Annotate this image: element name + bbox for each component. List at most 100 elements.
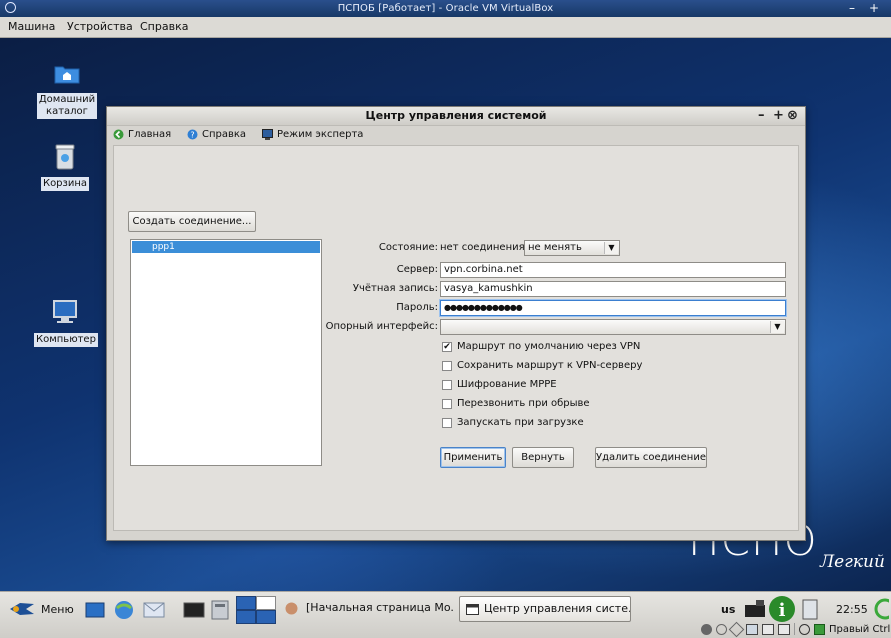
window-close-button[interactable]: ⊗ (787, 107, 798, 125)
server-label: Сервер: (396, 264, 438, 275)
menu-machine[interactable]: Машина (8, 20, 55, 33)
host-key-label: Правый Ctrl (829, 623, 891, 635)
checkbox-redial[interactable]: Перезвонить при обрыве (442, 398, 590, 409)
revert-button[interactable]: Вернуть (512, 447, 574, 468)
toolbar-home-label: Главная (128, 129, 172, 140)
show-desktop-icon[interactable] (85, 602, 105, 618)
control-center-toolbar: Главная ? Справка Режим эксперта (107, 126, 805, 144)
window-menu-icon[interactable] (5, 2, 16, 13)
info-icon[interactable]: i (768, 595, 796, 623)
checkbox-autostart[interactable]: Запускать при загрузке (442, 417, 584, 428)
taskbar-task-browser[interactable]: [Начальная страница Mo... (282, 596, 454, 622)
control-center-window: Центр управления системой – + ⊗ Главная … (106, 106, 806, 541)
window-task-icon (466, 604, 479, 615)
checkbox-autostart-box[interactable] (442, 417, 452, 428)
network-adapter-icon[interactable] (746, 623, 758, 635)
mouse-integration-icon[interactable] (799, 623, 810, 635)
start-menu-button[interactable]: Меню (8, 600, 74, 618)
host-window-title: ПСПОБ [Работает] - Oracle VM VirtualBox (337, 3, 554, 14)
checkbox-save-route-box[interactable] (442, 360, 452, 371)
interface-select[interactable]: ▼ (440, 319, 786, 335)
control-center-titlebar[interactable]: Центр управления системой – + ⊗ (107, 107, 805, 126)
start-menu-icon (10, 603, 34, 615)
checkbox-mppe-box[interactable] (442, 379, 452, 390)
state-label: Состояние: (378, 242, 438, 253)
home-arrow-icon (113, 129, 124, 140)
shared-folders-icon[interactable] (762, 623, 774, 635)
desktop-icon-computer[interactable]: Компьютер (34, 300, 98, 347)
menu-devices[interactable]: Устройства (67, 20, 133, 33)
chevron-down-icon: ▼ (604, 242, 618, 254)
host-key-icon[interactable] (814, 623, 825, 635)
window-minimize-button[interactable]: – (758, 107, 765, 125)
connection-list[interactable]: ppp1 (130, 239, 322, 466)
desktop-icon-home-label-2: каталог (46, 106, 88, 117)
start-menu-label: Меню (41, 602, 74, 616)
menu-help[interactable]: Справка (140, 20, 188, 33)
window-maximize-button[interactable]: + (773, 107, 784, 125)
desktop-icon-trash-label: Корзина (40, 177, 90, 191)
keyboard-layout-indicator[interactable]: us (721, 603, 735, 616)
chevron-down-icon: ▼ (770, 321, 784, 333)
cd-icon[interactable] (716, 623, 727, 635)
host-maximize-button[interactable]: + (869, 0, 879, 16)
checkbox-mppe[interactable]: Шифрование MPPE (442, 379, 557, 390)
content-panel: Создать соединение... ppp1 Состояние: не… (113, 145, 799, 531)
display-icon[interactable] (778, 623, 790, 635)
usb-icon[interactable] (728, 621, 745, 637)
toolbar-expert-mode[interactable]: Режим эксперта (262, 129, 363, 140)
toolbar-help[interactable]: ? Справка (187, 129, 246, 140)
delete-connection-button[interactable]: Удалить соединение (595, 447, 707, 468)
interface-label: Опорный интерфейс: (325, 321, 438, 332)
vbox-status-icons: Правый Ctrl (701, 621, 891, 637)
toolbar-expert-mode-label: Режим эксперта (277, 129, 364, 140)
browser-icon[interactable] (113, 600, 135, 620)
mail-icon[interactable] (143, 602, 165, 618)
trash-icon (55, 144, 75, 170)
control-center-title: Центр управления системой (365, 109, 547, 122)
home-folder-icon (54, 66, 80, 84)
state-action-select[interactable]: не менять ▼ (524, 240, 620, 256)
checkbox-default-route-box[interactable]: ✔ (442, 341, 452, 352)
desktop-icon-home[interactable]: Домашний каталог (36, 62, 98, 119)
host-minimize-button[interactable]: – (849, 0, 855, 16)
brand-edition-text: Легкий (820, 552, 885, 572)
desktop-icon-home-label-1: Домашний (38, 94, 96, 105)
taskbar-task-browser-label: [Начальная страница Mo... (306, 601, 454, 614)
checkbox-redial-label: Перезвонить при обрыве (457, 398, 590, 409)
network-icon[interactable] (744, 599, 766, 619)
checkbox-save-route-label: Сохранить маршрут к VPN-серверу (457, 360, 643, 371)
checkbox-redial-box[interactable] (442, 398, 452, 409)
checkbox-mppe-label: Шифрование MPPE (457, 379, 557, 390)
account-input[interactable]: vasya_kamushkin (440, 281, 786, 297)
clock[interactable]: 22:55 (836, 603, 868, 616)
workspace-switcher[interactable] (236, 596, 276, 624)
expert-mode-icon (262, 129, 273, 140)
browser-task-icon (285, 602, 298, 615)
password-label: Пароль: (396, 302, 438, 313)
taskbar: Меню [Начальная страница Mo... Центр упр… (0, 591, 891, 638)
battery-icon[interactable] (802, 598, 818, 620)
checkbox-autostart-label: Запускать при загрузке (457, 417, 584, 428)
server-input[interactable]: vpn.corbina.net (440, 262, 786, 278)
connection-item-ppp1[interactable]: ppp1 (132, 241, 320, 253)
apply-button[interactable]: Применить (440, 447, 506, 468)
desktop-icon-computer-label: Компьютер (34, 333, 98, 347)
checkbox-default-route[interactable]: ✔ Маршрут по умолчанию через VPN (442, 341, 640, 352)
toolbar-home[interactable]: Главная (113, 129, 171, 140)
host-menubar: Машина Устройства Справка (0, 17, 891, 38)
toolbar-help-label: Справка (202, 129, 247, 140)
terminal-icon[interactable] (183, 602, 205, 618)
file-manager-icon[interactable] (211, 600, 229, 620)
desktop-icon-trash[interactable]: Корзина (34, 144, 96, 191)
taskbar-task-control-center-label: Центр управления систе... (484, 602, 631, 615)
checkbox-save-route[interactable]: Сохранить маршрут к VPN-серверу (442, 360, 642, 371)
taskbar-task-control-center[interactable]: Центр управления систе... (459, 596, 631, 622)
checkbox-default-route-label: Маршрут по умолчанию через VPN (457, 341, 641, 352)
update-icon[interactable] (873, 598, 889, 620)
password-input[interactable]: ●●●●●●●●●●●●● (440, 300, 786, 316)
create-connection-button[interactable]: Создать соединение... (128, 211, 256, 232)
account-label: Учётная запись: (352, 283, 438, 294)
computer-icon (53, 300, 77, 323)
hdd-icon[interactable] (701, 623, 712, 635)
